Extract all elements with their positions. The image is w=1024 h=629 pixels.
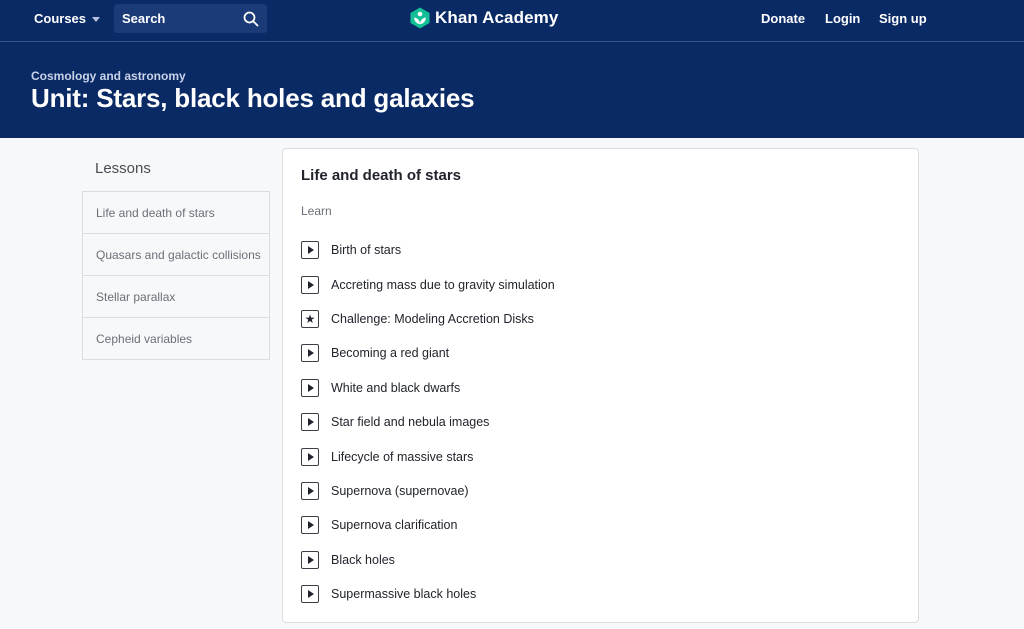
donate-link[interactable]: Donate [761,0,805,36]
breadcrumb[interactable]: Cosmology and astronomy [31,69,186,83]
play-icon [301,516,319,535]
sidebar-item-quasars[interactable]: Quasars and galactic collisions [82,234,270,276]
item-label: Supernova (supernovae) [331,483,469,498]
play-icon [301,275,319,294]
section-label: Learn [301,204,332,218]
lessons-heading: Lessons [95,160,151,177]
item-label: Becoming a red giant [331,346,450,361]
list-item[interactable]: Star field and nebula images [301,405,555,439]
list-item[interactable]: Supernova (supernovae) [301,474,555,508]
sidebar-item-life-and-death-of-stars[interactable]: Life and death of stars [82,192,270,234]
chevron-down-icon [92,16,101,22]
logo-text: Khan Academy [435,8,559,27]
unit-header: Cosmology and astronomy Unit: Stars, bla… [0,42,1024,138]
list-item[interactable]: Birth of stars [301,233,555,267]
page-title: Unit: Stars, black holes and galaxies [31,83,475,113]
courses-label: Courses [34,10,87,26]
play-icon [301,447,319,466]
sidebar-item-stellar-parallax[interactable]: Stellar parallax [82,276,270,318]
item-label: Accreting mass due to gravity simulation [331,277,555,292]
play-icon [301,585,319,604]
lesson-card: Life and death of stars Learn Birth of s… [282,148,919,623]
login-link[interactable]: Login [825,0,860,36]
leaf-logo-icon [410,7,430,29]
item-label: Supermassive black holes [331,587,477,602]
content-list: Birth of stars Accreting mass due to gra… [301,233,555,611]
item-label: Lifecycle of massive stars [331,449,474,464]
signup-link[interactable]: Sign up [879,0,927,36]
search-input[interactable]: Search [114,4,267,33]
search-icon[interactable] [243,11,259,27]
play-icon [301,481,319,500]
item-label: Black holes [331,552,395,567]
khan-academy-logo[interactable]: Khan Academy [410,7,558,29]
item-label: Birth of stars [331,243,402,258]
top-nav: Courses Search Khan Academy Donate Login… [0,0,1024,42]
play-icon [301,413,319,432]
search-label: Search [122,11,166,26]
list-item[interactable]: Supermassive black holes [301,577,555,611]
lesson-list: Life and death of stars Quasars and gala… [82,191,270,360]
item-label: White and black dwarfs [331,380,461,395]
list-item[interactable]: Black holes [301,543,555,577]
item-label: Supernova clarification [331,518,458,533]
list-item[interactable]: Accreting mass due to gravity simulation [301,267,555,301]
list-item[interactable]: ★ Challenge: Modeling Accretion Disks [301,302,555,336]
item-label: Challenge: Modeling Accretion Disks [331,311,534,326]
list-item[interactable]: Becoming a red giant [301,336,555,370]
play-icon [301,550,319,569]
sidebar-item-cepheid-variables[interactable]: Cepheid variables [82,318,270,360]
item-label: Star field and nebula images [331,415,490,430]
list-item[interactable]: Lifecycle of massive stars [301,439,555,473]
play-icon [301,378,319,397]
list-item[interactable]: White and black dwarfs [301,371,555,405]
list-item[interactable]: Supernova clarification [301,508,555,542]
star-icon: ★ [301,309,319,328]
courses-menu-button[interactable]: Courses [34,0,101,36]
play-icon [301,241,319,260]
play-icon [301,344,319,363]
lesson-title: Life and death of stars [301,167,462,184]
